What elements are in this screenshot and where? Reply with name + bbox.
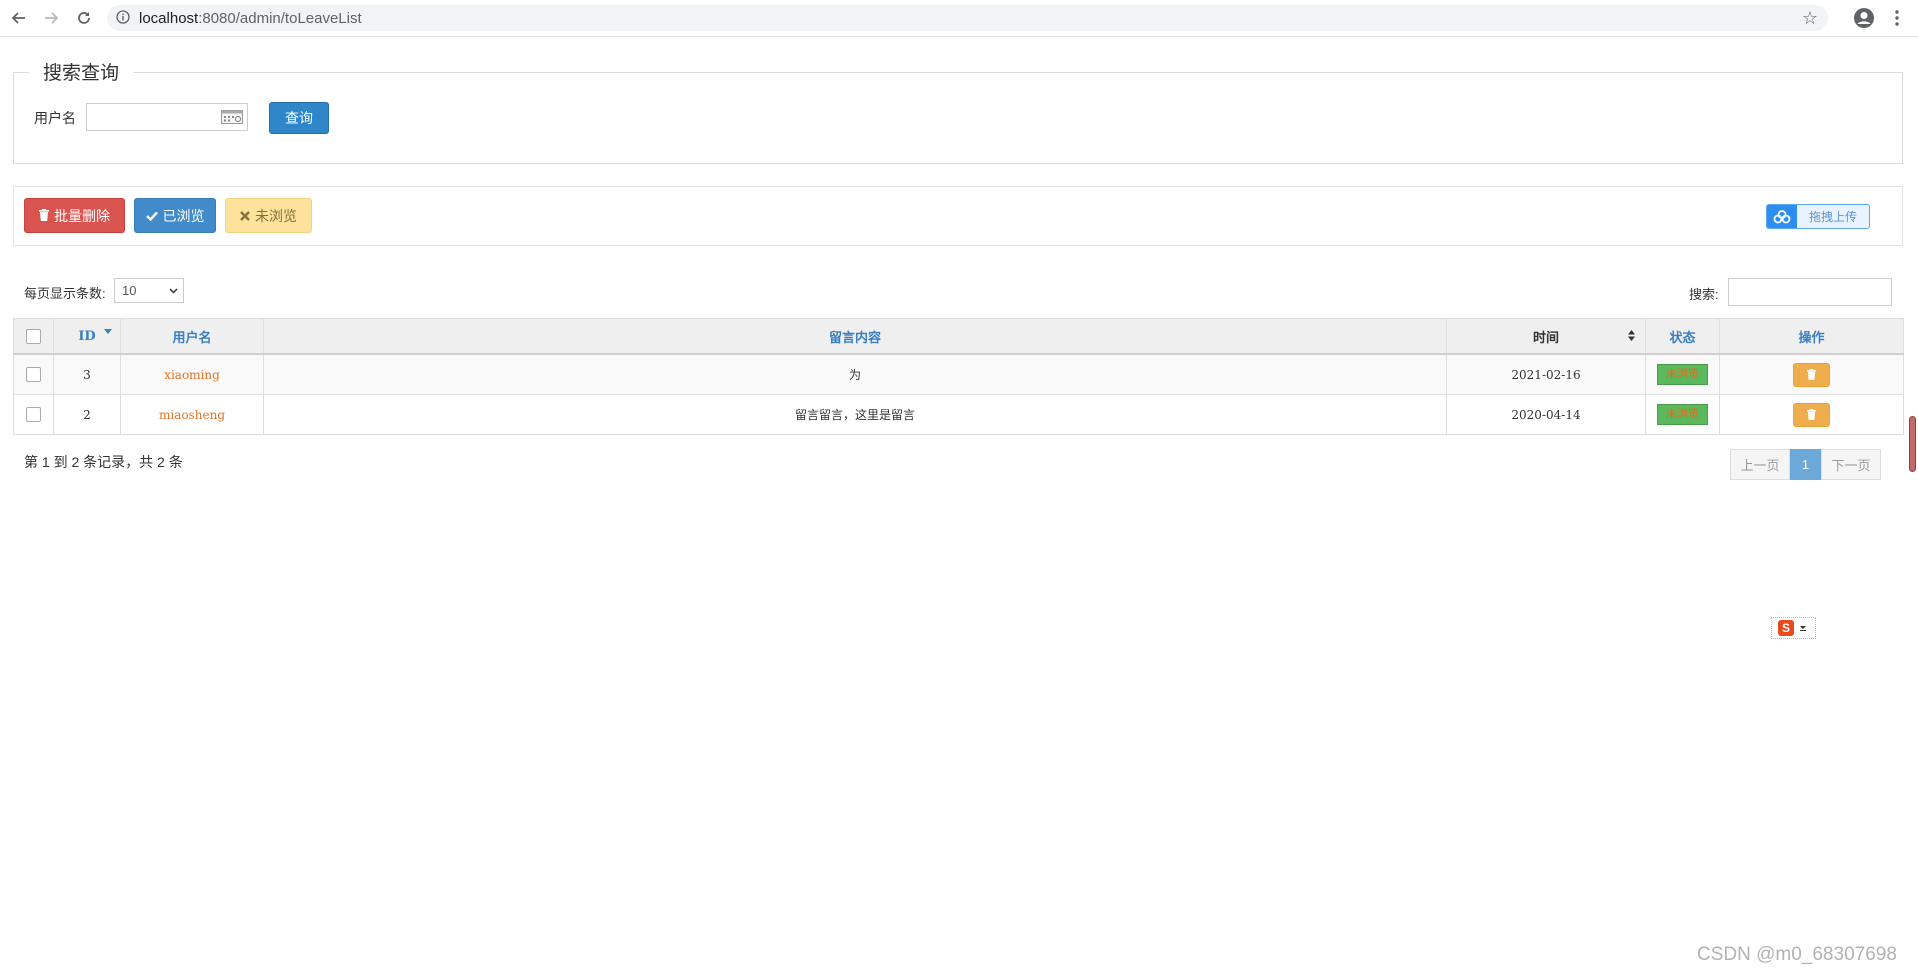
cell-time: 2020-04-14: [1446, 394, 1646, 435]
username-link[interactable]: xiaoming: [164, 368, 220, 382]
username-input[interactable]: [86, 103, 248, 131]
username-link[interactable]: miaosheng: [159, 408, 225, 422]
per-page-label: 每页显示条数:: [24, 286, 106, 301]
browser-toolbar: localhost:8080/admin/toLeaveList ☆: [0, 0, 1918, 37]
pagination: 上一页 1 下一页: [1730, 449, 1881, 480]
scrollbar-thumb[interactable]: [1909, 416, 1916, 472]
close-icon: [240, 208, 250, 224]
sort-desc-icon: [104, 329, 112, 334]
chevron-down-icon: [1800, 626, 1806, 631]
row-checkbox[interactable]: [26, 407, 41, 422]
forward-icon[interactable]: [40, 7, 62, 29]
batch-delete-label: 批量删除: [54, 207, 110, 224]
address-bar[interactable]: localhost:8080/admin/toLeaveList ☆: [107, 5, 1828, 31]
status-badge[interactable]: 未浏览: [1657, 364, 1708, 385]
header-actions: 操作: [1719, 318, 1904, 355]
query-button[interactable]: 查询: [269, 102, 329, 134]
select-all-checkbox[interactable]: [26, 328, 41, 344]
header-content[interactable]: 留言内容: [263, 318, 1447, 355]
url-text: localhost:8080/admin/toLeaveList: [139, 10, 362, 27]
delete-row-button[interactable]: [1793, 402, 1830, 427]
table-search-label: 搜索:: [1689, 287, 1719, 302]
bookmark-star-icon[interactable]: ☆: [1802, 8, 1818, 29]
cell-id: 3: [53, 353, 121, 395]
header-status[interactable]: 状态: [1645, 318, 1720, 355]
search-legend: 搜索查询: [29, 58, 134, 85]
url-host: localhost: [139, 10, 199, 27]
header-time[interactable]: 时间: [1446, 318, 1646, 355]
table-search-input[interactable]: [1728, 278, 1892, 306]
mark-read-label: 已浏览: [162, 207, 205, 224]
url-path: :8080/admin/toLeaveList: [198, 10, 362, 27]
trash-icon: [1807, 369, 1816, 380]
cell-username: miaosheng: [120, 394, 264, 435]
username-label: 用户名: [34, 110, 76, 126]
mark-read-button[interactable]: 已浏览: [134, 198, 216, 233]
next-page-button[interactable]: 下一页: [1821, 449, 1881, 480]
reload-icon[interactable]: [73, 7, 95, 29]
per-page-select[interactable]: 10: [114, 278, 184, 303]
cell-content: 为: [263, 353, 1447, 395]
status-badge[interactable]: 未浏览: [1657, 404, 1708, 425]
table-row: 2 miaosheng 留言留言，这里是留言 2020-04-14 未浏览: [13, 394, 1904, 435]
leave-message-table: ID 用户名 留言内容 时间 状态 操作 3 xiaoming 为 2021-0…: [13, 318, 1904, 435]
per-page-value: 10: [122, 283, 137, 298]
profile-avatar-icon[interactable]: [1853, 7, 1875, 29]
cell-time: 2021-02-16: [1446, 353, 1646, 395]
records-info: 第 1 到 2 条记录，共 2 条: [24, 454, 183, 470]
cell-actions: [1719, 353, 1904, 395]
header-time-label: 时间: [1532, 330, 1559, 346]
page-1-button[interactable]: 1: [1790, 449, 1821, 480]
sogou-ime-icon: S: [1778, 620, 1794, 636]
delete-row-button[interactable]: [1793, 362, 1830, 387]
select-all-header: [13, 318, 54, 355]
cell-actions: [1719, 394, 1904, 435]
chevron-down-icon: [169, 288, 178, 294]
header-id-label: ID: [78, 328, 96, 344]
row-checkbox[interactable]: [26, 367, 41, 382]
back-icon[interactable]: [8, 7, 30, 29]
mark-unread-button[interactable]: 未浏览: [225, 198, 312, 233]
table-header-row: ID 用户名 留言内容 时间 状态 操作: [13, 318, 1904, 355]
upload-label: 拖拽上传: [1808, 210, 1857, 224]
mark-unread-label: 未浏览: [255, 207, 297, 224]
row-select-cell: [13, 353, 54, 395]
cell-content: 留言留言，这里是留言: [263, 394, 1447, 435]
sort-both-icon: [1628, 330, 1635, 341]
prev-page-button[interactable]: 上一页: [1730, 449, 1790, 480]
table-row: 3 xiaoming 为 2021-02-16 未浏览: [13, 353, 1904, 395]
cell-username: xiaoming: [120, 353, 264, 395]
batch-delete-button[interactable]: 批量删除: [24, 198, 125, 233]
trash-icon: [1807, 409, 1816, 420]
cell-status: 未浏览: [1645, 353, 1720, 395]
watermark: CSDN @m0_68307698: [1697, 944, 1897, 965]
header-username[interactable]: 用户名: [120, 318, 264, 355]
ime-toolbar[interactable]: S: [1771, 617, 1816, 639]
header-id[interactable]: ID: [53, 318, 121, 355]
trash-icon: [39, 208, 49, 224]
info-icon[interactable]: [116, 10, 130, 29]
drag-upload-button[interactable]: 拖拽上传: [1766, 204, 1870, 229]
calendar-icon[interactable]: [221, 110, 243, 124]
cell-status: 未浏览: [1645, 394, 1720, 435]
cloud-upload-icon: [1767, 205, 1797, 228]
more-menu-icon[interactable]: [1886, 7, 1908, 29]
cell-id: 2: [53, 394, 121, 435]
check-icon: [145, 208, 158, 224]
row-select-cell: [13, 394, 54, 435]
